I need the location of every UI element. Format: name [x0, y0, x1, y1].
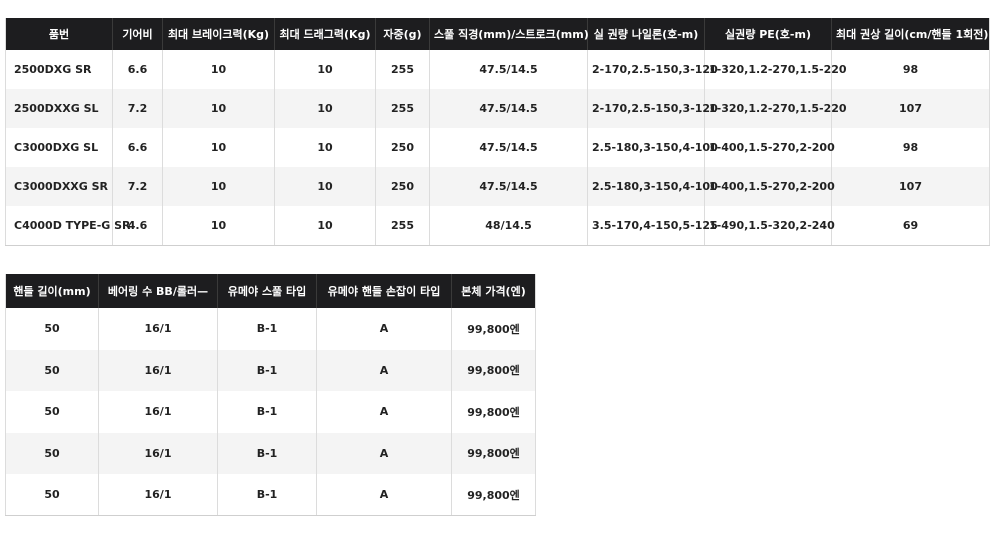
cell-nylon-line-capacity: 2.5-180,3-150,4-100 [587, 128, 718, 167]
cell-max-brake-force: 10 [162, 50, 275, 89]
table-row: 50 16/1 B-1 A 99,800엔 [6, 391, 536, 433]
header-body-price: 본체 가격(엔) [451, 274, 536, 308]
cell-body-price: 99,800엔 [451, 432, 536, 474]
cell-body-price: 99,800엔 [451, 349, 536, 391]
cell-handle-length: 50 [5, 474, 99, 516]
header-max-drag-force: 최대 드래그력(Kg) [274, 18, 376, 50]
cell-max-drag-force: 10 [274, 128, 376, 167]
cell-model-number: C3000DXXG SR [5, 167, 113, 206]
header-max-brake-force: 최대 브레이크력(Kg) [162, 18, 275, 50]
cell-spool-diameter-stroke: 47.5/14.5 [429, 89, 588, 128]
table-row: 50 16/1 B-1 A 99,800엔 [6, 308, 536, 350]
cell-weight: 255 [375, 206, 430, 246]
header-yumeya-spool-type: 유메야 스풀 타입 [217, 274, 317, 308]
cell-handle-knob-type: A [316, 391, 452, 433]
cell-pe-line-capacity: 1-400,1.5-270,2-200 [704, 128, 835, 167]
cell-pe-line-capacity: 1-490,1.5-320,2-240 [704, 206, 835, 246]
header-weight: 자중(g) [375, 18, 430, 50]
cell-bearing-count: 16/1 [98, 308, 218, 350]
header-model-number: 품번 [5, 18, 113, 50]
cell-nylon-line-capacity: 3.5-170,4-150,5-125 [587, 206, 718, 246]
cell-weight: 255 [375, 50, 430, 89]
price-header-row: 핸들 길이(mm) 베어링 수 BB/롤러— 유메야 스풀 타입 유메야 핸들 … [5, 274, 536, 308]
cell-model-number: C4000D TYPE-G SR [5, 206, 131, 246]
cell-max-brake-force: 10 [162, 167, 275, 206]
cell-bearing-count: 16/1 [98, 391, 218, 433]
header-pe-line-capacity: 실권량 PE(호-m) [704, 18, 832, 50]
cell-nylon-line-capacity: 2-170,2.5-150,3-120 [587, 89, 718, 128]
spec-header-row: 품번 기어비 최대 브레이크력(Kg) 최대 드래그력(Kg) 자중(g) 스풀… [5, 18, 990, 50]
cell-weight: 250 [375, 128, 430, 167]
cell-gear-ratio: 6.6 [112, 128, 163, 167]
cell-handle-length: 50 [44, 405, 60, 419]
cell-max-retrieve-length: 107 [831, 89, 990, 128]
table-row: 50 16/1 B-1 A 99,800엔 [5, 474, 536, 516]
cell-spool-diameter-stroke: 47.5/14.5 [429, 128, 588, 167]
cell-gear-ratio: 7.2 [112, 167, 163, 206]
header-bearing-count: 베어링 수 BB/롤러— [98, 274, 218, 308]
header-max-retrieve-length: 최대 권상 길이(cm/핸들 1회전) [831, 18, 990, 50]
cell-gear-ratio: 6.6 [112, 50, 163, 89]
cell-nylon-line-capacity: 2.5-180,3-150,4-100 [587, 167, 718, 206]
cell-handle-length: 50 [44, 322, 60, 336]
cell-model-number: C3000DXG SL [14, 141, 99, 154]
cell-spool-diameter-stroke: 48/14.5 [429, 206, 588, 246]
table-row: C4000D TYPE-G SR 4.6 10 10 255 48/14.5 3… [5, 206, 990, 246]
cell-max-drag-force: 10 [274, 50, 376, 89]
cell-max-brake-force: 10 [162, 206, 275, 246]
cell-max-drag-force: 10 [274, 167, 376, 206]
table-row: 50 16/1 B-1 A 99,800엔 [5, 349, 536, 391]
table-row: C3000DXG SL 6.6 10 10 250 47.5/14.5 2.5-… [6, 128, 990, 167]
cell-nylon-line-capacity: 2-170,2.5-150,3-120 [587, 50, 718, 89]
reel-price-table: 핸들 길이(mm) 베어링 수 BB/롤러— 유메야 스풀 타입 유메야 핸들 … [5, 274, 536, 516]
cell-max-retrieve-length: 107 [831, 167, 990, 206]
cell-max-drag-force: 10 [274, 206, 376, 246]
cell-handle-knob-type: A [316, 432, 452, 474]
cell-max-retrieve-length: 69 [831, 206, 990, 246]
cell-pe-line-capacity: 1-320,1.2-270,1.5-220 [704, 50, 847, 89]
header-gear-ratio: 기어비 [112, 18, 163, 50]
cell-spool-diameter-stroke: 47.5/14.5 [429, 50, 588, 89]
cell-body-price: 99,800엔 [451, 391, 536, 433]
cell-handle-length: 50 [5, 432, 99, 474]
table-row: 50 16/1 B-1 A 99,800엔 [5, 432, 536, 474]
cell-gear-ratio: 7.2 [112, 89, 163, 128]
table-row: 2500DXXG SL 7.2 10 10 255 47.5/14.5 2-17… [5, 89, 990, 128]
header-yumeya-handle-knob-type: 유메야 핸들 손잡이 타입 [316, 274, 452, 308]
reel-spec-table: 품번 기어비 최대 브레이크력(Kg) 최대 드래그력(Kg) 자중(g) 스풀… [5, 18, 990, 246]
cell-body-price: 99,800엔 [451, 474, 536, 516]
cell-model-number: 2500DXG SR [14, 63, 92, 76]
table-row: 2500DXG SR 6.6 10 10 255 47.5/14.5 2-170… [6, 50, 990, 89]
cell-handle-length: 50 [5, 349, 99, 391]
cell-handle-knob-type: A [316, 349, 452, 391]
cell-spool-type: B-1 [217, 432, 317, 474]
cell-pe-line-capacity: 1-400,1.5-270,2-200 [704, 167, 835, 206]
cell-model-number: 2500DXXG SL [5, 89, 113, 128]
cell-weight: 250 [375, 167, 430, 206]
header-spool-diameter-stroke: 스풀 직경(mm)/스트로크(mm) [429, 18, 589, 50]
cell-max-brake-force: 10 [162, 128, 275, 167]
cell-spool-diameter-stroke: 47.5/14.5 [429, 167, 588, 206]
cell-weight: 255 [375, 89, 430, 128]
cell-max-brake-force: 10 [162, 89, 275, 128]
cell-max-drag-force: 10 [274, 89, 376, 128]
cell-max-retrieve-length: 98 [831, 50, 990, 89]
cell-bearing-count: 16/1 [98, 349, 218, 391]
cell-bearing-count: 16/1 [98, 474, 218, 516]
cell-spool-type: B-1 [217, 474, 317, 516]
cell-handle-knob-type: A [316, 474, 452, 516]
table-row: C3000DXXG SR 7.2 10 10 250 47.5/14.5 2.5… [5, 167, 990, 206]
cell-spool-type: B-1 [217, 349, 317, 391]
header-handle-length: 핸들 길이(mm) [5, 274, 99, 308]
cell-bearing-count: 16/1 [98, 432, 218, 474]
cell-handle-knob-type: A [316, 308, 452, 350]
cell-body-price: 99,800엔 [451, 308, 536, 350]
cell-pe-line-capacity: 1-320,1.2-270,1.5-220 [704, 89, 847, 128]
cell-max-retrieve-length: 98 [831, 128, 990, 167]
cell-spool-type: B-1 [217, 308, 317, 350]
header-nylon-line-capacity: 실 권량 나일론(호-m) [587, 18, 705, 50]
cell-spool-type: B-1 [217, 391, 317, 433]
